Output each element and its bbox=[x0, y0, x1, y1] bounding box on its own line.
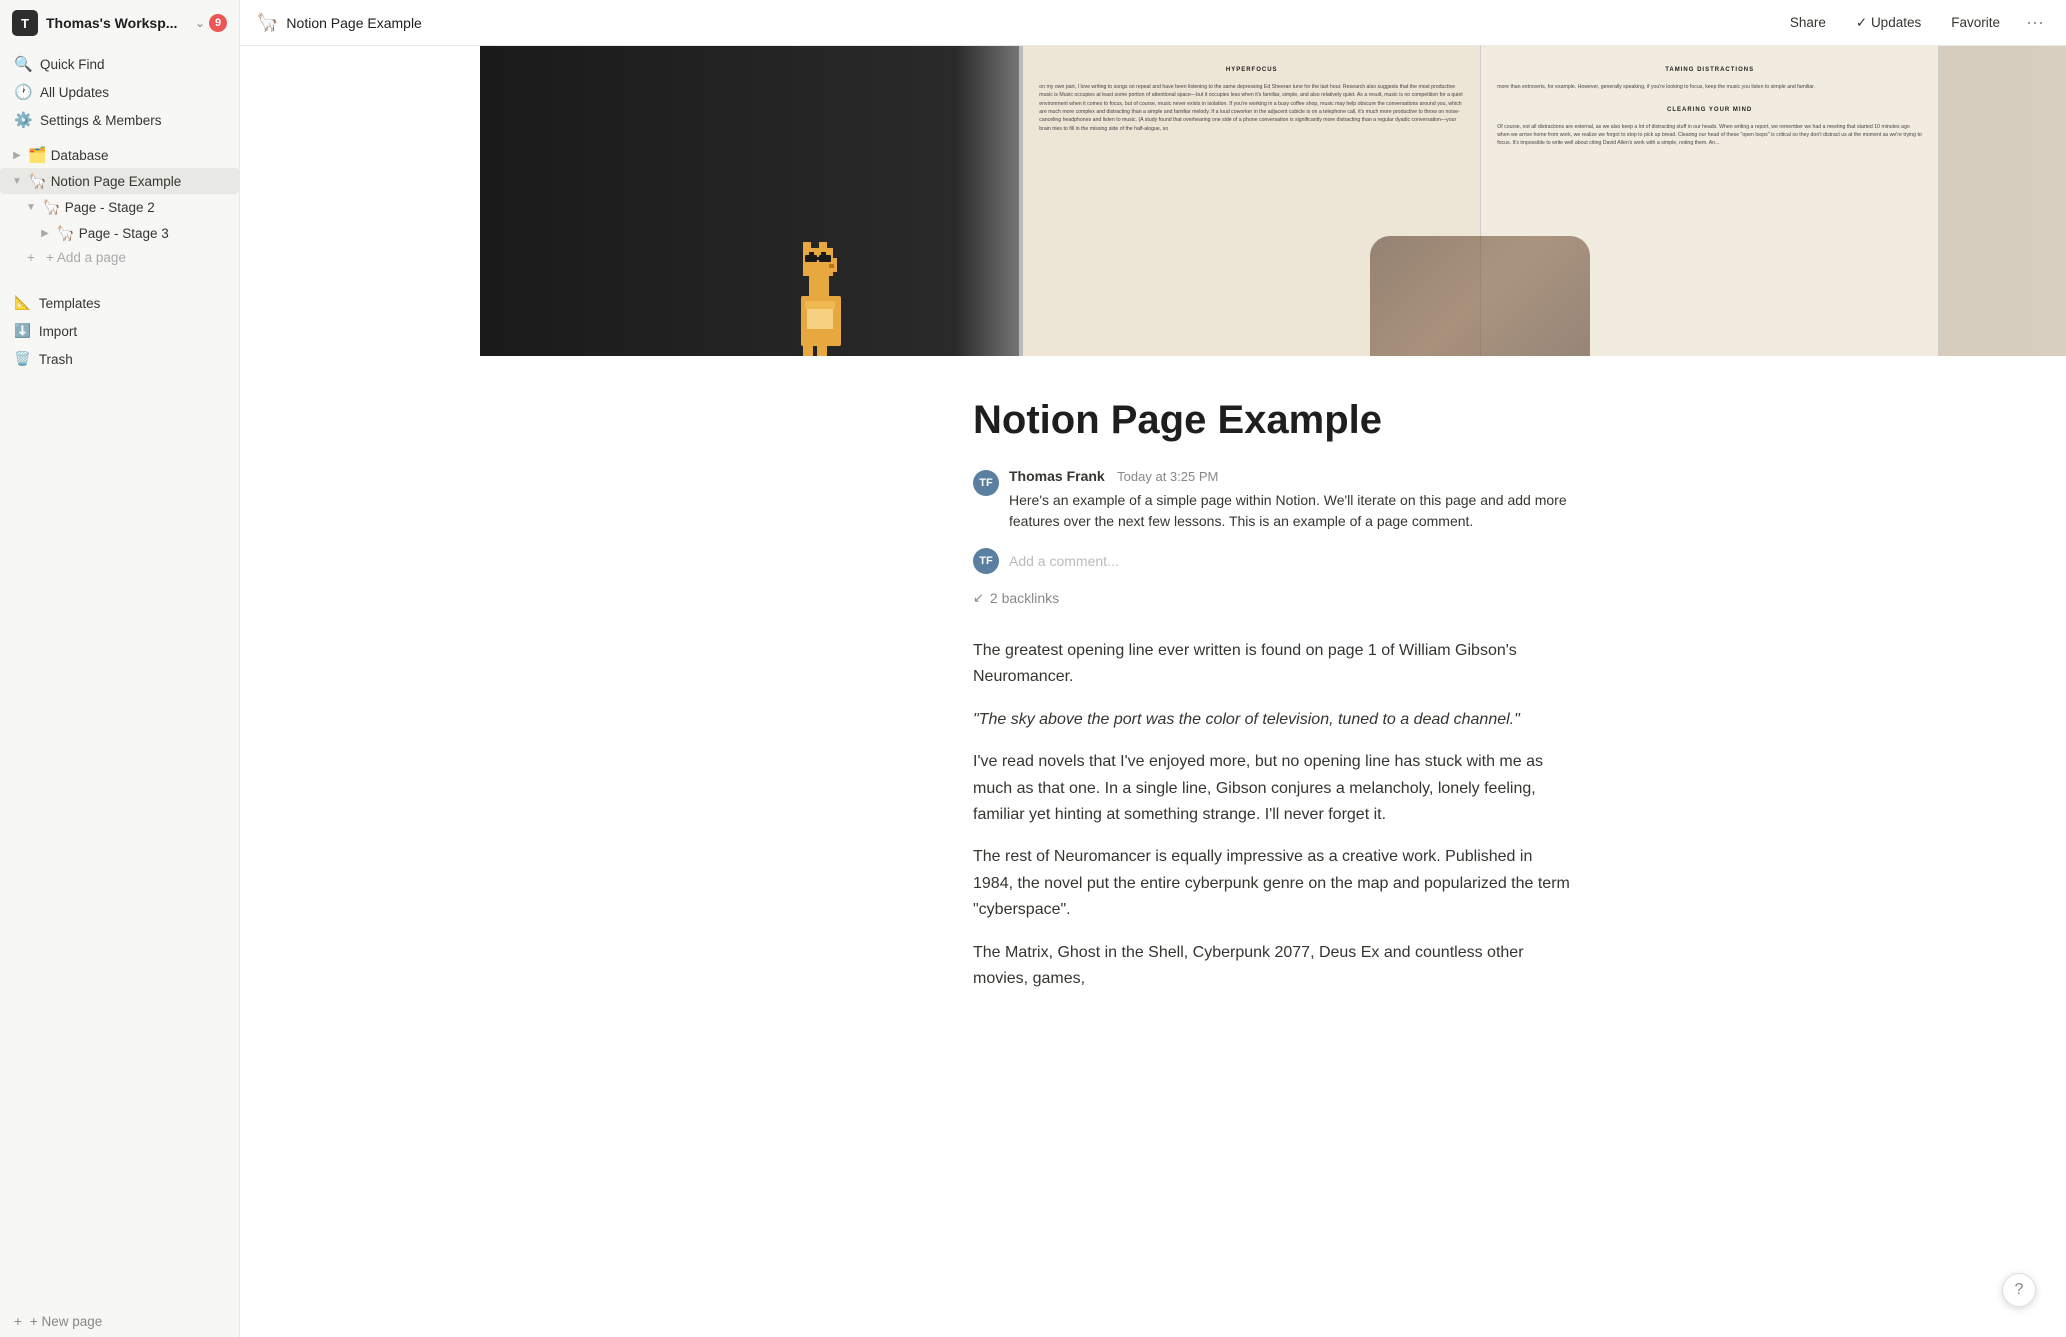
notification-badge[interactable]: 9 bbox=[209, 14, 227, 32]
author-avatar: TF bbox=[973, 470, 999, 496]
sidebar-item-templates[interactable]: 📐 Templates bbox=[6, 289, 233, 317]
more-options-button[interactable]: ··· bbox=[2020, 10, 2050, 35]
sidebar-item-database[interactable]: ▶ 🗂️ Database bbox=[0, 142, 239, 168]
stage2-label: Page - Stage 2 bbox=[65, 200, 233, 215]
workspace-icon: T bbox=[12, 10, 38, 36]
page-body: Notion Page Example TF Thomas Frank Toda… bbox=[913, 356, 1633, 1088]
sidebar-item-trash[interactable]: 🗑️ Trash bbox=[6, 345, 233, 373]
search-icon: 🔍 bbox=[14, 55, 32, 73]
topbar-page-icon: 🦙 bbox=[256, 12, 278, 33]
page-title: Notion Page Example bbox=[973, 396, 1573, 444]
import-label: Import bbox=[39, 324, 77, 339]
trash-label: Trash bbox=[39, 352, 73, 367]
sidebar: T Thomas's Worksp... ⌄ 9 🔍 Quick Find 🕐 … bbox=[0, 0, 240, 1337]
add-subpage-button[interactable]: + + Add a page bbox=[0, 246, 239, 269]
sidebar-item-quick-find[interactable]: 🔍 Quick Find bbox=[6, 50, 233, 78]
author-comment: Here's an example of a simple page withi… bbox=[1009, 490, 1573, 532]
help-button[interactable]: ? bbox=[2002, 1273, 2036, 1307]
sidebar-item-page-stage3[interactable]: ▶ 🦙 Page - Stage 3 bbox=[0, 220, 239, 246]
sidebar-item-notion-page[interactable]: ▼ 🦙 Notion Page Example bbox=[0, 168, 239, 194]
expand-arrow-database: ▶ bbox=[10, 150, 24, 161]
stage3-icon: 🦙 bbox=[56, 224, 75, 242]
body-paragraph-p4: The rest of Neuromancer is equally impre… bbox=[973, 844, 1573, 923]
comment-avatar: TF bbox=[973, 548, 999, 574]
sidebar-item-page-stage2[interactable]: ▼ 🦙 Page - Stage 2 bbox=[0, 194, 239, 220]
backlinks-label: 2 backlinks bbox=[990, 590, 1059, 606]
expand-arrow-stage2: ▼ bbox=[24, 202, 38, 213]
updates-check-icon: ✓ bbox=[1856, 15, 1867, 30]
workspace-header[interactable]: T Thomas's Worksp... ⌄ 9 bbox=[0, 0, 239, 46]
expand-arrow-stage3: ▶ bbox=[38, 228, 52, 239]
database-label: Database bbox=[51, 148, 233, 163]
body-paragraph-p3: I've read novels that I've enjoyed more,… bbox=[973, 749, 1573, 828]
stage3-label: Page - Stage 3 bbox=[79, 226, 233, 241]
body-paragraph-p2: "The sky above the port was the color of… bbox=[973, 707, 1573, 733]
clock-icon: 🕐 bbox=[14, 83, 32, 101]
topbar-page-title: Notion Page Example bbox=[286, 15, 1771, 31]
workspace-name: Thomas's Worksp... bbox=[46, 15, 187, 31]
gear-icon: ⚙️ bbox=[14, 111, 32, 129]
sidebar-tree: ▶ 🗂️ Database ▼ 🦙 Notion Page Example ▼ … bbox=[0, 138, 239, 273]
new-page-label: + New page bbox=[30, 1314, 102, 1329]
author-name: Thomas Frank bbox=[1009, 468, 1105, 484]
author-info: Thomas Frank Today at 3:25 PM Here's an … bbox=[1009, 468, 1573, 532]
all-updates-label: All Updates bbox=[40, 85, 109, 100]
templates-label: Templates bbox=[39, 296, 101, 311]
backlinks-arrow-icon: ↙ bbox=[973, 590, 984, 606]
notion-page-icon: 🦙 bbox=[28, 172, 47, 190]
body-paragraph-p5: The Matrix, Ghost in the Shell, Cyberpun… bbox=[973, 940, 1573, 993]
notion-page-label: Notion Page Example bbox=[51, 174, 233, 189]
new-page-button[interactable]: + + New page bbox=[0, 1306, 239, 1337]
sidebar-nav: 🔍 Quick Find 🕐 All Updates ⚙️ Settings &… bbox=[0, 46, 239, 138]
cover-image: HYPERFOCUS on my own part, I love writin… bbox=[480, 46, 2066, 356]
templates-icon: 📐 bbox=[14, 295, 31, 311]
main-content: HYPERFOCUS on my own part, I love writin… bbox=[480, 46, 2066, 1337]
stage2-icon: 🦙 bbox=[42, 198, 61, 216]
workspace-expand-icon[interactable]: ⌄ bbox=[195, 16, 205, 30]
import-icon: ⬇️ bbox=[14, 323, 31, 339]
sidebar-item-settings[interactable]: ⚙️ Settings & Members bbox=[6, 106, 233, 134]
author-timestamp: Today at 3:25 PM bbox=[1117, 469, 1218, 484]
settings-label: Settings & Members bbox=[40, 113, 162, 128]
quick-find-label: Quick Find bbox=[40, 57, 105, 72]
topbar-actions: Share ✓ Updates Favorite ··· bbox=[1780, 10, 2050, 35]
sidebar-item-all-updates[interactable]: 🕐 All Updates bbox=[6, 78, 233, 106]
topbar: 🦙 Notion Page Example Share ✓ Updates Fa… bbox=[240, 0, 2066, 46]
author-name-timestamp: Thomas Frank Today at 3:25 PM bbox=[1009, 468, 1573, 486]
sidebar-bottom-items: 📐 Templates ⬇️ Import 🗑️ Trash bbox=[0, 289, 239, 373]
favorite-button[interactable]: Favorite bbox=[1941, 11, 2010, 34]
new-page-plus-icon: + bbox=[14, 1314, 22, 1329]
share-button[interactable]: Share bbox=[1780, 11, 1836, 34]
author-row: TF Thomas Frank Today at 3:25 PM Here's … bbox=[973, 468, 1573, 532]
add-page-plus-icon: + bbox=[24, 250, 38, 265]
updates-button[interactable]: ✓ Updates bbox=[1846, 11, 1931, 35]
comment-row: TF Add a comment... bbox=[973, 548, 1573, 574]
database-icon: 🗂️ bbox=[28, 146, 47, 164]
comment-input[interactable]: Add a comment... bbox=[1009, 553, 1119, 569]
add-page-label: + Add a page bbox=[46, 250, 126, 265]
workspace-actions: ⌄ 9 bbox=[195, 14, 227, 32]
trash-icon: 🗑️ bbox=[14, 351, 31, 367]
body-paragraph-p1: The greatest opening line ever written i… bbox=[973, 638, 1573, 691]
llama-mascot bbox=[781, 236, 861, 356]
updates-label: Updates bbox=[1871, 15, 1921, 30]
expand-arrow-notion-page: ▼ bbox=[10, 176, 24, 187]
sidebar-item-import[interactable]: ⬇️ Import bbox=[6, 317, 233, 345]
backlinks-row[interactable]: ↙ 2 backlinks bbox=[973, 590, 1573, 606]
